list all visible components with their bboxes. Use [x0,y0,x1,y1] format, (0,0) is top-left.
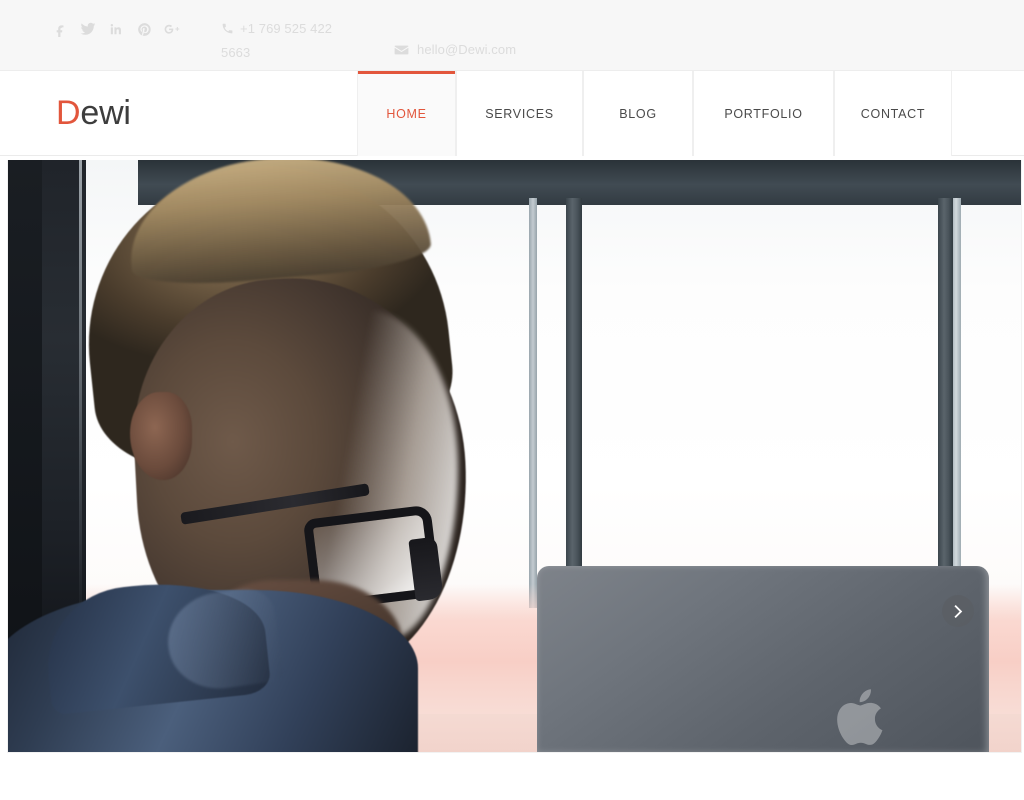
contact-phone[interactable]: +1 769 525 422 5663 [221,18,341,64]
hero-slider [0,156,1024,800]
twitter-icon[interactable] [80,20,96,38]
social-links [52,20,180,38]
apple-logo-icon [835,684,893,750]
topbar: +1 769 525 422 5663 hello@Dewi.com [0,0,1024,71]
logo-rest: ewi [80,94,131,132]
nav-label: SERVICES [485,106,554,121]
site-header: Dewi HOME SERVICES BLOG PORTFOLIO CONTAC… [0,71,1024,156]
contact-email-text: hello@Dewi.com [417,42,517,57]
pinterest-icon[interactable] [136,20,152,38]
nav-item-services[interactable]: SERVICES [456,71,583,156]
contact-phone-text: +1 769 525 422 5663 [221,21,333,60]
nav-label: HOME [386,106,427,121]
hero-slide-image [7,160,1022,753]
facebook-icon[interactable] [52,20,68,38]
nav-item-home[interactable]: HOME [357,71,456,156]
contact-email[interactable]: hello@Dewi.com [394,41,516,61]
linkedin-icon[interactable] [108,20,124,38]
nav-label: CONTACT [860,106,926,121]
nav-item-portfolio[interactable]: PORTFOLIO [693,71,834,156]
googleplus-icon[interactable] [164,20,180,38]
nav-item-blog[interactable]: BLOG [583,71,693,156]
phone-icon [221,20,234,42]
main-navigation: HOME SERVICES BLOG PORTFOLIO CONTACT [357,71,952,156]
nav-label: BLOG [619,106,657,121]
nav-label: PORTFOLIO [724,106,803,121]
site-logo[interactable]: Dewi [56,96,131,130]
envelope-icon [394,43,409,61]
chevron-right-icon [953,604,962,618]
hero-photo [8,160,1021,752]
logo-accent-letter: D [56,94,81,132]
laptop-in-photo [537,566,989,752]
nav-item-contact[interactable]: CONTACT [834,71,952,156]
slider-next-button[interactable] [942,595,974,627]
